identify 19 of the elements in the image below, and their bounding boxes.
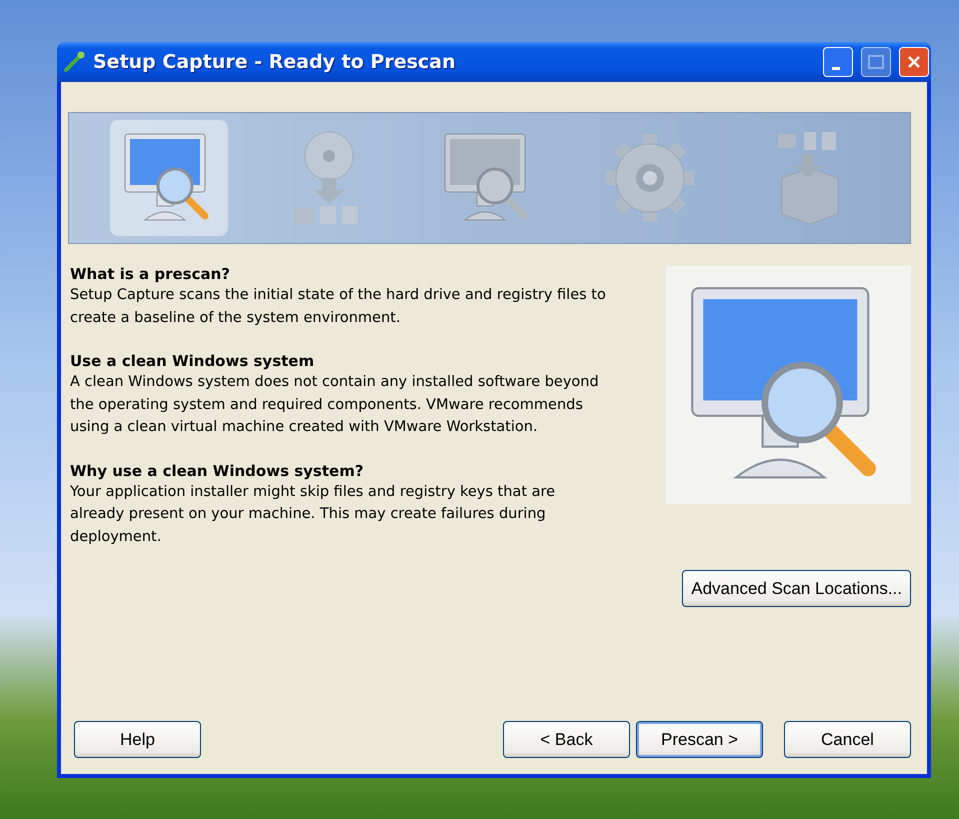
maximize-button[interactable] xyxy=(861,47,891,77)
section-text: Setup Capture scans the initial state of the hard drive and registry files to create a baseline of the system environment. xyxy=(70,286,607,328)
dialog-button[interactable]: < Back xyxy=(503,721,630,758)
section-heading: Use a clean Windows system xyxy=(70,351,316,371)
section-heading: Why use a clean Windows system? xyxy=(70,460,365,480)
close-button[interactable] xyxy=(899,47,929,77)
section-text: Your application installer might skip files and registry keys that are already present on your machine. This may create failures during deployment. xyxy=(70,482,556,546)
app-icon xyxy=(63,51,85,73)
dialog-button[interactable]: Prescan > xyxy=(636,721,763,758)
close-icon xyxy=(906,54,922,70)
section-text: A clean Windows system does not contain any installed software beyond the operating system and required components. VMware recommends using a clean virtual machine created with VMware Workstation. xyxy=(70,373,600,437)
maximize-icon xyxy=(868,55,884,69)
minimize-icon xyxy=(832,66,840,70)
section-heading: What is a prescan? xyxy=(70,264,232,284)
advanced-scan-button[interactable]: Advanced Scan Locations... xyxy=(682,570,911,607)
minimize-button[interactable] xyxy=(823,47,853,77)
dialog-button[interactable]: Help xyxy=(74,721,201,758)
dialog-button[interactable]: Cancel xyxy=(784,721,911,758)
window-title: Setup Capture - Ready to Prescan xyxy=(93,51,457,73)
